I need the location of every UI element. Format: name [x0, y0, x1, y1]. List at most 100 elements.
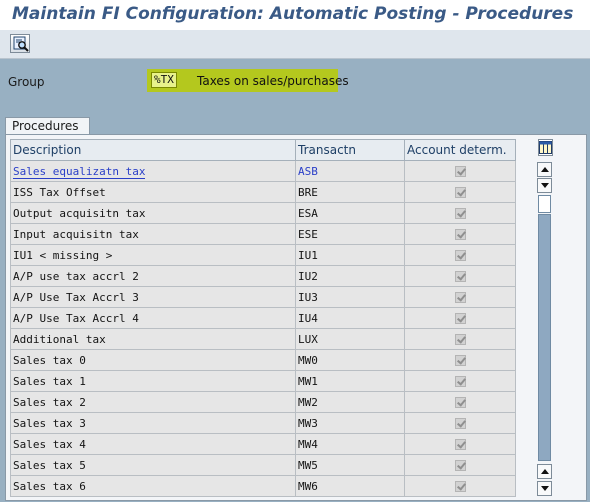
table-row[interactable]: Input acquisitn tax ESE: [10, 223, 516, 245]
caret-down-icon: [541, 486, 549, 491]
transaction-cell[interactable]: MW5: [295, 454, 405, 476]
description-text: Output acquisitn tax: [13, 206, 146, 220]
display-details-button[interactable]: [10, 34, 30, 53]
account-determ-checkbox[interactable]: [454, 229, 466, 240]
description-text: Sales tax 3: [13, 416, 86, 430]
table-row[interactable]: A/P Use Tax Accrl 3 IU3: [10, 286, 516, 308]
description-cell[interactable]: IU1 < missing >: [10, 244, 296, 266]
tab-procedures[interactable]: Procedures: [5, 117, 90, 135]
main-area: Group %TX Taxes on sales/purchases Proce…: [0, 59, 590, 502]
account-determ-checkbox[interactable]: [454, 271, 466, 282]
description-cell[interactable]: Sales tax 0: [10, 349, 296, 371]
table-row[interactable]: Output acquisitn tax ESA: [10, 202, 516, 224]
account-determ-checkbox[interactable]: [454, 292, 466, 303]
description-cell[interactable]: Output acquisitn tax: [10, 202, 296, 224]
table-row[interactable]: A/P Use Tax Accrl 4 IU4: [10, 307, 516, 329]
account-determ-checkbox[interactable]: [454, 334, 466, 345]
transaction-cell[interactable]: IU2: [295, 265, 405, 287]
transaction-cell[interactable]: MW6: [295, 475, 405, 497]
description-cell[interactable]: Additional tax: [10, 328, 296, 350]
table-row[interactable]: Sales tax 3 MW3: [10, 412, 516, 434]
table-row[interactable]: IU1 < missing > IU1: [10, 244, 516, 266]
description-text: ISS Tax Offset: [13, 185, 106, 199]
account-determ-cell: [404, 328, 516, 350]
account-determ-checkbox[interactable]: [454, 418, 466, 429]
vertical-scrollbar[interactable]: [537, 139, 554, 497]
description-text: A/P use tax accrl 2: [13, 269, 139, 283]
scroll-page-down-button[interactable]: [537, 178, 552, 193]
transaction-cell[interactable]: ESE: [295, 223, 405, 245]
table-row[interactable]: Sales tax 0 MW0: [10, 349, 516, 371]
account-determ-cell: [404, 265, 516, 287]
search-icon: [13, 36, 29, 52]
account-determ-checkbox[interactable]: [454, 166, 466, 177]
description-text: Input acquisitn tax: [13, 227, 139, 241]
transaction-cell[interactable]: BRE: [295, 181, 405, 203]
table-row[interactable]: A/P use tax accrl 2 IU2: [10, 265, 516, 287]
table-row[interactable]: Additional tax LUX: [10, 328, 516, 350]
description-cell[interactable]: A/P Use Tax Accrl 4: [10, 307, 296, 329]
group-code-field[interactable]: %TX: [151, 72, 177, 88]
description-cell[interactable]: Sales tax 2: [10, 391, 296, 413]
scrollbar-thumb[interactable]: [538, 195, 551, 213]
description-cell[interactable]: Sales tax 5: [10, 454, 296, 476]
account-determ-cell: [404, 349, 516, 371]
transaction-cell[interactable]: MW0: [295, 349, 405, 371]
transaction-cell[interactable]: MW3: [295, 412, 405, 434]
transaction-cell[interactable]: LUX: [295, 328, 405, 350]
account-determ-checkbox[interactable]: [454, 481, 466, 492]
column-header-account-determ[interactable]: Account determ.: [404, 139, 516, 161]
transaction-cell[interactable]: IU1: [295, 244, 405, 266]
description-cell[interactable]: ISS Tax Offset: [10, 181, 296, 203]
description-cell[interactable]: Sales tax 6: [10, 475, 296, 497]
scroll-page-up-button[interactable]: [537, 162, 552, 177]
column-header-description[interactable]: Description: [10, 139, 296, 161]
table-row[interactable]: ISS Tax Offset BRE: [10, 181, 516, 203]
description-cell[interactable]: Input acquisitn tax: [10, 223, 296, 245]
account-determ-checkbox[interactable]: [454, 460, 466, 471]
table-row[interactable]: Sales tax 1 MW1: [10, 370, 516, 392]
transaction-cell[interactable]: IU4: [295, 307, 405, 329]
title-bar: Maintain FI Configuration: Automatic Pos…: [0, 0, 590, 30]
account-determ-checkbox[interactable]: [454, 250, 466, 261]
account-determ-checkbox[interactable]: [454, 355, 466, 366]
account-determ-cell: [404, 286, 516, 308]
scroll-down-button[interactable]: [537, 481, 552, 496]
description-cell[interactable]: Sales tax 4: [10, 433, 296, 455]
transaction-cell[interactable]: MW2: [295, 391, 405, 413]
transaction-cell[interactable]: MW4: [295, 433, 405, 455]
description-cell[interactable]: A/P Use Tax Accrl 3: [10, 286, 296, 308]
caret-up-icon: [541, 167, 549, 172]
table-row[interactable]: Sales tax 4 MW4: [10, 433, 516, 455]
column-header-transaction[interactable]: Transactn: [295, 139, 405, 161]
account-determ-cell: [404, 223, 516, 245]
scrollbar-track[interactable]: [538, 214, 551, 461]
account-determ-checkbox[interactable]: [454, 439, 466, 450]
scroll-up-button[interactable]: [537, 464, 552, 479]
table-row[interactable]: Sales tax 2 MW2: [10, 391, 516, 413]
table-row[interactable]: Sales equalizatn tax ASB: [10, 160, 516, 182]
procedures-table: Description Transactn Account determ. Sa…: [10, 139, 516, 497]
account-determ-checkbox[interactable]: [454, 208, 466, 219]
transaction-cell[interactable]: MW1: [295, 370, 405, 392]
description-text: Sales tax 1: [13, 374, 86, 388]
transaction-cell[interactable]: ESA: [295, 202, 405, 224]
table-row[interactable]: Sales tax 6 MW6: [10, 475, 516, 497]
description-cell[interactable]: Sales tax 1: [10, 370, 296, 392]
account-determ-checkbox[interactable]: [454, 376, 466, 387]
description-cell[interactable]: Sales tax 3: [10, 412, 296, 434]
description-text: Sales tax 0: [13, 353, 86, 367]
description-cell[interactable]: Sales equalizatn tax: [10, 160, 296, 182]
account-determ-cell: [404, 412, 516, 434]
table-row[interactable]: Sales tax 5 MW5: [10, 454, 516, 476]
description-cell[interactable]: A/P use tax accrl 2: [10, 265, 296, 287]
account-determ-checkbox[interactable]: [454, 397, 466, 408]
account-determ-checkbox[interactable]: [454, 313, 466, 324]
account-determ-checkbox[interactable]: [454, 187, 466, 198]
account-determ-cell: [404, 391, 516, 413]
transaction-cell[interactable]: IU3: [295, 286, 405, 308]
group-label: Group: [8, 75, 45, 89]
transaction-cell[interactable]: ASB: [295, 160, 405, 182]
table-settings-button[interactable]: [538, 139, 553, 156]
window-title: Maintain FI Configuration: Automatic Pos…: [12, 4, 574, 24]
